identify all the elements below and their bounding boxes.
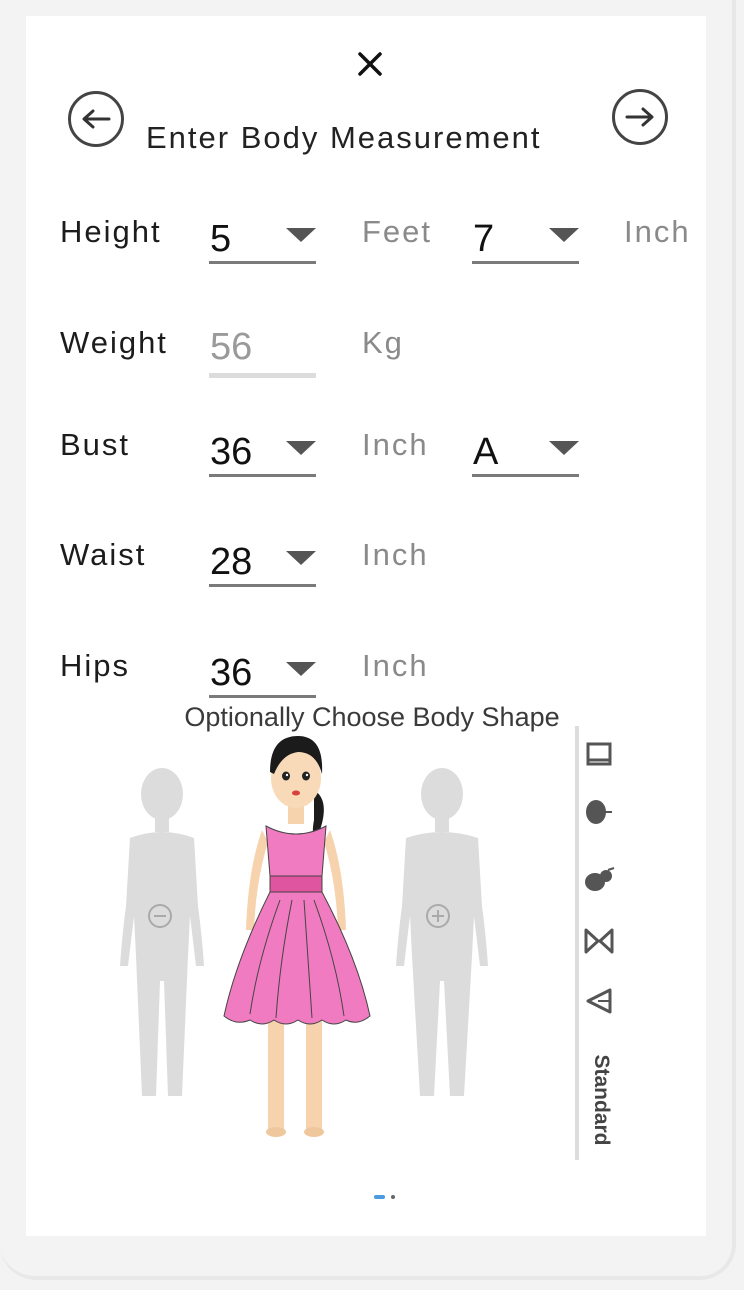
waist-label: Waist — [60, 537, 147, 572]
apple-shape-icon[interactable] — [582, 796, 614, 828]
bust-label: Bust — [60, 427, 131, 462]
page-dot-active[interactable] — [374, 1195, 385, 1199]
height-feet-unit: Feet — [362, 214, 433, 249]
chevron-down-icon — [549, 228, 579, 242]
height-inch-select[interactable]: 7 — [472, 216, 579, 264]
chevron-down-icon — [286, 228, 316, 242]
bust-value: 36 — [210, 431, 253, 473]
weight-label: Weight — [60, 325, 168, 360]
close-icon — [358, 52, 382, 76]
hips-label: Hips — [60, 648, 131, 683]
rectangle-shape-icon[interactable] — [584, 740, 614, 770]
chevron-down-icon — [549, 441, 579, 455]
previous-button[interactable] — [68, 91, 124, 147]
waist-select[interactable]: 28 — [209, 539, 316, 587]
cup-size-value: A — [473, 431, 499, 473]
pear-shape-icon[interactable] — [582, 864, 616, 896]
height-inch-unit: Inch — [624, 214, 691, 249]
shape-selector-divider — [575, 726, 579, 1160]
next-button[interactable] — [612, 89, 668, 145]
hips-select[interactable]: 36 — [209, 650, 316, 698]
smaller-body-silhouette[interactable] — [112, 766, 212, 1102]
height-label: Height — [60, 214, 162, 249]
chevron-down-icon — [286, 662, 316, 676]
waist-value: 28 — [210, 541, 253, 583]
body-model-figure — [223, 736, 371, 1137]
close-button[interactable] — [350, 44, 390, 84]
dialog-title: Enter Body Measurement — [146, 120, 542, 155]
height-inch-value: 7 — [473, 218, 495, 260]
bust-unit: Inch — [362, 427, 429, 462]
chevron-down-icon — [286, 441, 316, 455]
weight-input[interactable]: 56 — [209, 324, 316, 378]
page-dot[interactable] — [391, 1195, 395, 1199]
weight-unit: Kg — [362, 325, 404, 360]
chevron-down-icon — [286, 551, 316, 565]
height-feet-value: 5 — [210, 218, 232, 260]
hourglass-shape-icon[interactable] — [582, 926, 616, 956]
standard-shape-option[interactable]: Standard — [583, 1050, 613, 1150]
larger-body-silhouette[interactable] — [392, 766, 492, 1102]
cup-size-select[interactable]: A — [472, 429, 579, 477]
height-feet-select[interactable]: 5 — [209, 216, 316, 264]
hips-value: 36 — [210, 652, 253, 694]
arrow-left-icon — [82, 109, 111, 129]
arrow-right-icon — [625, 107, 654, 127]
weight-placeholder: 56 — [210, 326, 253, 368]
page-indicator — [374, 1195, 395, 1199]
waist-unit: Inch — [362, 537, 429, 572]
hips-unit: Inch — [362, 648, 429, 683]
body-shape-subtitle: Optionally Choose Body Shape — [184, 702, 560, 732]
bust-select[interactable]: 36 — [209, 429, 316, 477]
inverted-triangle-shape-icon[interactable] — [584, 986, 616, 1016]
